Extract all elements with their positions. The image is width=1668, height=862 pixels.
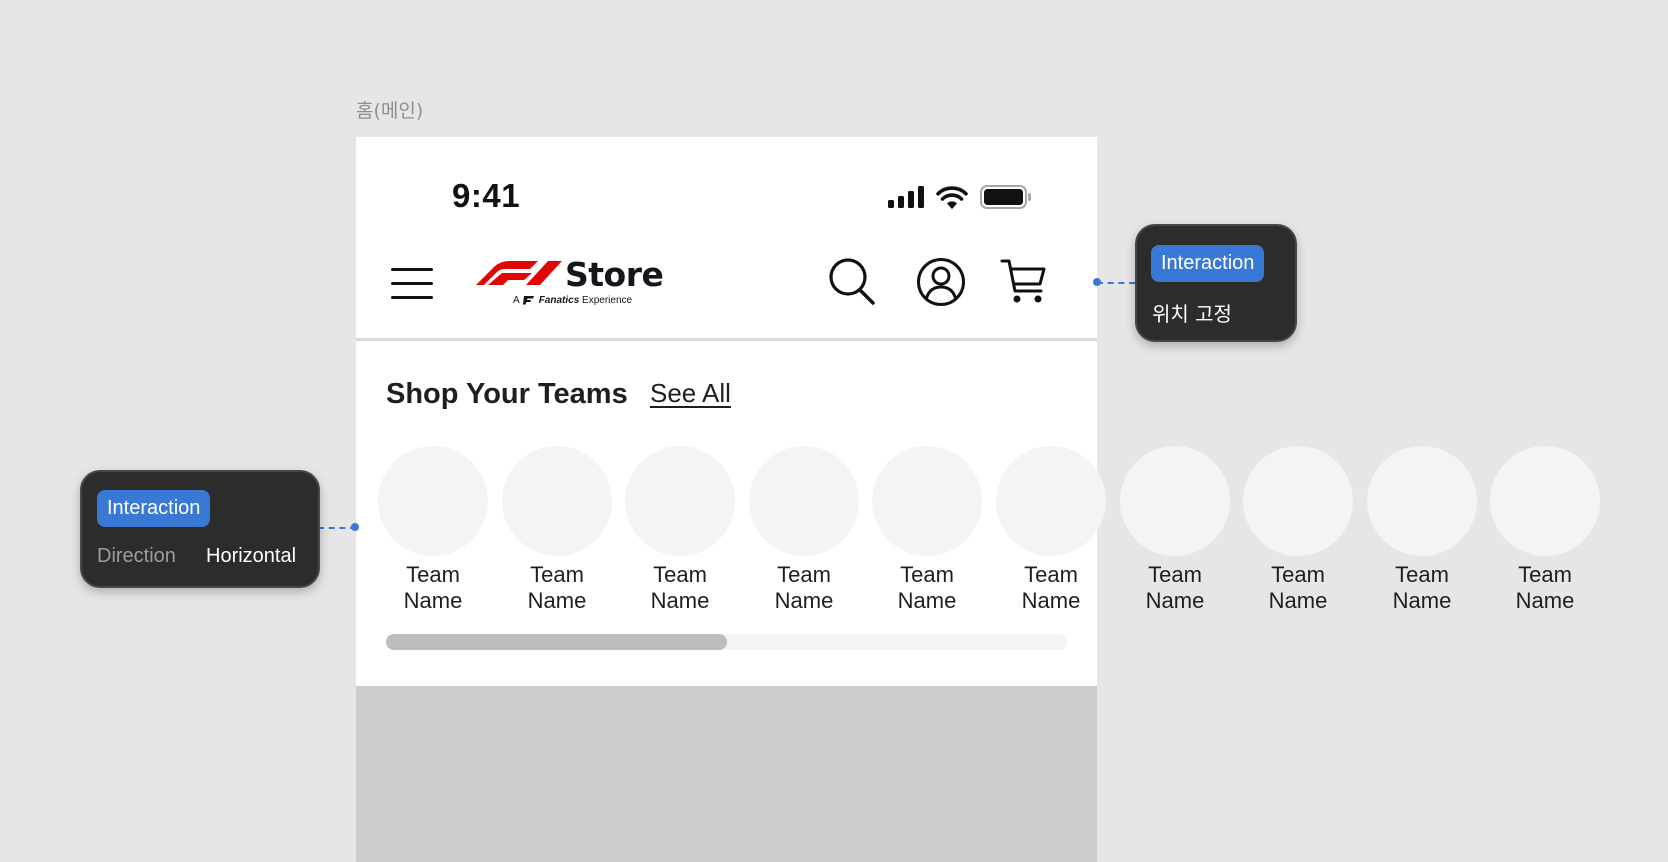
status-bar: 9:41 [356, 137, 1097, 237]
team-name-line1: Team [1148, 562, 1202, 587]
team-avatar [1490, 446, 1600, 556]
team-item[interactable]: Team Name [1120, 446, 1230, 614]
team-name-line1: Team [1518, 562, 1572, 587]
team-name-line2: Name [1145, 588, 1205, 613]
status-icons [888, 185, 1032, 209]
team-name-line1: Team [530, 562, 584, 587]
team-name-line2: Name [1392, 588, 1452, 613]
header-connector-dot [1093, 278, 1101, 286]
team-item[interactable]: Team Name [625, 446, 735, 614]
fanatics-flag-icon [522, 296, 534, 305]
logo-tagline: A Fanatics Experience [513, 295, 632, 306]
team-name: Team Name [1367, 562, 1477, 614]
team-name: Team Name [872, 562, 982, 614]
interaction-text: 위치 고정 [1152, 302, 1232, 326]
team-avatar [378, 446, 488, 556]
team-avatar [749, 446, 859, 556]
team-avatar [625, 446, 735, 556]
wifi-icon [936, 185, 968, 209]
app-header: Store A Fanatics Experience [356, 237, 1097, 341]
team-name-line2: Name [1515, 588, 1575, 613]
logo-store-text: Store [565, 255, 664, 294]
f1-store-logo[interactable]: Store A Fanatics Experience [474, 255, 664, 306]
section-title: Shop Your Teams [386, 378, 628, 410]
teams-interaction-note: Interaction Direction Horizontal [80, 470, 320, 588]
team-name-line2: Name [527, 588, 587, 613]
cellular-signal-icon [888, 186, 924, 208]
teams-connector-dot [351, 523, 359, 531]
team-item[interactable]: Team Name [1490, 446, 1600, 614]
logo-tagline-suffix: Experience [582, 295, 633, 306]
teams-carousel[interactable]: Team Name Team Name Team Name Team Name Team Name… [378, 446, 1668, 626]
content-placeholder [356, 686, 1097, 862]
f1-logo-mark [476, 261, 562, 285]
team-name-line2: Name [897, 588, 957, 613]
team-avatar [1243, 446, 1353, 556]
interaction-badge: Interaction [1151, 245, 1265, 282]
horizontal-scrollbar[interactable] [386, 634, 1068, 650]
team-item[interactable]: Team Name [749, 446, 859, 614]
team-item[interactable]: Team Name [378, 446, 488, 614]
team-name-line1: Team [900, 562, 954, 587]
logo-tagline-brand: Fanatics [538, 295, 580, 306]
direction-label: Direction [97, 545, 176, 567]
header-interaction-note: Interaction 위치 고정 [1135, 224, 1297, 342]
team-name-line2: Name [1021, 588, 1081, 613]
team-name-line1: Team [1395, 562, 1449, 587]
team-name-line1: Team [653, 562, 707, 587]
team-name-line1: Team [777, 562, 831, 587]
search-icon[interactable] [828, 257, 876, 307]
battery-icon [980, 185, 1031, 209]
team-name-line2: Name [650, 588, 710, 613]
direction-value: Horizontal [206, 545, 297, 567]
team-name-line2: Name [774, 588, 834, 613]
logo-tagline-prefix: A [513, 295, 520, 306]
see-all-link[interactable]: See All [650, 378, 731, 409]
team-name-line1: Team [1024, 562, 1078, 587]
cart-icon[interactable] [1000, 257, 1048, 307]
interaction-badge: Interaction [97, 490, 211, 527]
team-item[interactable]: Team Name [1243, 446, 1353, 614]
team-name: Team Name [1243, 562, 1353, 614]
menu-icon[interactable] [390, 266, 434, 302]
team-name-line2: Name [403, 588, 463, 613]
team-avatar [1120, 446, 1230, 556]
team-name-line1: Team [1271, 562, 1325, 587]
team-name: Team Name [749, 562, 859, 614]
account-icon[interactable] [916, 257, 966, 307]
team-name: Team Name [502, 562, 612, 614]
team-item[interactable]: Team Name [872, 446, 982, 614]
team-item[interactable]: Team Name [996, 446, 1106, 614]
team-name: Team Name [996, 562, 1106, 614]
team-avatar [502, 446, 612, 556]
header-connector-line [1097, 282, 1135, 284]
team-name-line1: Team [406, 562, 460, 587]
team-avatar [1367, 446, 1477, 556]
team-name-line2: Name [1268, 588, 1328, 613]
frame-label: 홈(메인) [356, 100, 424, 122]
team-name: Team Name [625, 562, 735, 614]
team-avatar [872, 446, 982, 556]
status-time: 9:41 [452, 177, 521, 214]
team-name: Team Name [1120, 562, 1230, 614]
scrollbar-thumb[interactable] [386, 634, 727, 650]
team-name: Team Name [1490, 562, 1600, 614]
team-item[interactable]: Team Name [1367, 446, 1477, 614]
team-name: Team Name [378, 562, 488, 614]
team-avatar [996, 446, 1106, 556]
team-item[interactable]: Team Name [502, 446, 612, 614]
